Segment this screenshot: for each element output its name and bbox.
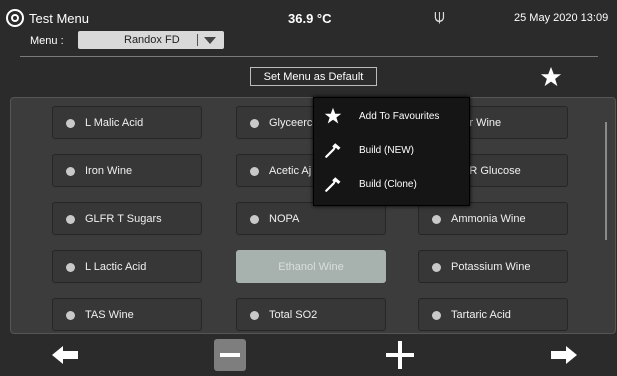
- hammer-icon: [325, 177, 341, 192]
- menu-item-build-clone[interactable]: Build (Clone): [314, 170, 469, 200]
- arrow-left-icon[interactable]: [52, 345, 78, 365]
- title-bar: Test Menu 36.9 °C ⍦ 25 May 2020 13:09 Me…: [0, 0, 617, 56]
- test-label: TAS Wine: [85, 309, 134, 321]
- status-dot: [66, 215, 75, 224]
- test-label: Ammonia Wine: [451, 213, 526, 225]
- set-default-button[interactable]: Set Menu as Default: [250, 67, 377, 86]
- status-dot: [250, 119, 259, 128]
- test-label: L Malic Acid: [85, 117, 144, 129]
- status-dot: [66, 263, 75, 272]
- status-dot: [432, 263, 441, 272]
- arrow-right-icon[interactable]: [551, 345, 577, 365]
- status-dot: [250, 311, 259, 320]
- menu-item-add-favourites[interactable]: Add To Favourites: [314, 102, 469, 132]
- test-tile[interactable]: Tartaric Acid: [418, 298, 568, 331]
- status-dot: [432, 311, 441, 320]
- test-tile[interactable]: L Malic Acid: [52, 106, 202, 139]
- test-label: Ethanol Wine: [278, 261, 344, 273]
- menu-select-value: Randox FD: [124, 34, 180, 46]
- test-label: Total SO2: [269, 309, 318, 321]
- usb-icon: ⍦: [434, 6, 445, 26]
- menu-item-label: Build (Clone): [359, 179, 417, 190]
- hammer-icon: [325, 143, 341, 158]
- test-tile[interactable]: L Lactic Acid: [52, 250, 202, 283]
- menu-select-divider: [197, 34, 198, 46]
- test-tile[interactable]: Iron Wine: [52, 154, 202, 187]
- test-label: NOPA: [269, 213, 300, 225]
- test-tile[interactable]: Ammonia Wine: [418, 202, 568, 235]
- menu-select[interactable]: Randox FD: [78, 31, 224, 49]
- status-dot: [66, 119, 75, 128]
- status-dot: [66, 311, 75, 320]
- bottom-bar: [0, 336, 617, 376]
- test-tile-selected[interactable]: Ethanol Wine: [236, 250, 386, 283]
- menu-item-label: Build (NEW): [359, 145, 415, 156]
- test-tile[interactable]: GLFR T Sugars: [52, 202, 202, 235]
- star-icon: [324, 107, 342, 124]
- test-label: Iron Wine: [85, 165, 133, 177]
- logo-icon[interactable]: [6, 9, 24, 27]
- header-divider: [20, 56, 598, 57]
- test-tile[interactable]: NOPA: [236, 202, 386, 235]
- test-label: Potassium Wine: [451, 261, 531, 273]
- context-menu: Add To Favourites Build (NEW) Build (Clo…: [313, 97, 470, 206]
- test-label: Acetic Aj: [269, 165, 312, 177]
- scrollbar[interactable]: [605, 122, 607, 240]
- status-dot: [250, 167, 259, 176]
- test-label: Tartaric Acid: [451, 309, 511, 321]
- test-label: Glyceerce: [269, 117, 319, 129]
- chevron-down-icon[interactable]: [204, 37, 216, 44]
- datetime-readout: 25 May 2020 13:09: [514, 12, 609, 24]
- test-tile[interactable]: TAS Wine: [52, 298, 202, 331]
- page-title: Test Menu: [29, 11, 89, 26]
- test-label: GLFR T Sugars: [85, 213, 162, 225]
- plus-icon[interactable]: [386, 341, 414, 369]
- minus-icon[interactable]: [214, 339, 246, 371]
- menu-item-label: Add To Favourites: [359, 111, 440, 122]
- test-tile[interactable]: Total SO2: [236, 298, 386, 331]
- status-dot: [250, 215, 259, 224]
- test-label: L Lactic Acid: [85, 261, 147, 273]
- temperature-readout: 36.9 °C: [288, 11, 332, 26]
- menu-label: Menu :: [30, 35, 64, 47]
- status-dot: [66, 167, 75, 176]
- menu-item-build-new[interactable]: Build (NEW): [314, 136, 469, 166]
- app-window: Test Menu 36.9 °C ⍦ 25 May 2020 13:09 Me…: [0, 0, 617, 376]
- star-icon[interactable]: [540, 66, 562, 88]
- status-dot: [432, 215, 441, 224]
- test-tile[interactable]: Potassium Wine: [418, 250, 568, 283]
